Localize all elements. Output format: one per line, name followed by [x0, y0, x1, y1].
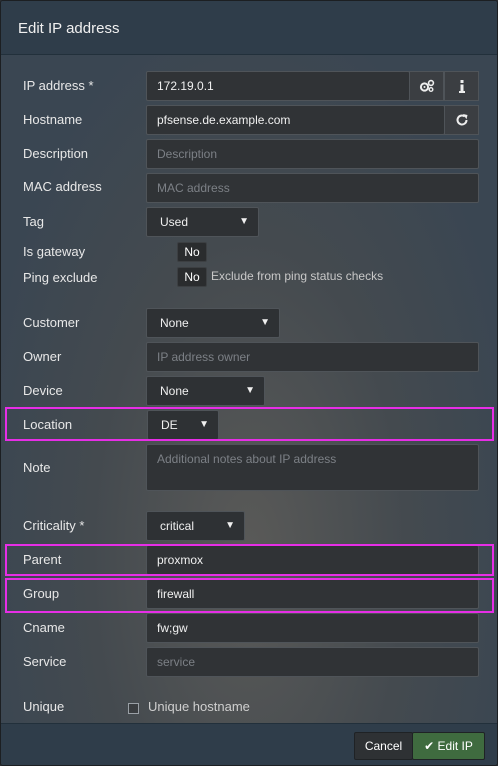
ip-address-label: IP address * [23, 78, 94, 93]
cname-label: Cname [23, 620, 65, 635]
chevron-down-icon: ▼ [225, 520, 235, 531]
hostname-input[interactable]: pfsense.de.example.com [146, 105, 445, 135]
note-textarea[interactable]: Additional notes about IP address [146, 444, 479, 491]
hostname-label: Hostname [23, 112, 83, 127]
unique-label: Unique [23, 699, 65, 714]
group-highlight [5, 578, 494, 613]
criticality-label: Criticality * [23, 518, 85, 533]
modal-title: Edit IP address [18, 20, 120, 37]
ip-address-input[interactable]: 172.19.0.1 [146, 71, 410, 101]
tag-select[interactable]: Used ▼ [146, 207, 259, 237]
ping-exclude-label: Ping exclude [23, 270, 98, 285]
check-icon: ✔ [424, 739, 435, 753]
gears-icon [419, 79, 434, 92]
ip-settings-button[interactable] [409, 71, 444, 101]
edit-ip-button[interactable]: ✔ Edit IP [412, 732, 485, 760]
modal-footer: Cancel ✔ Edit IP [1, 723, 497, 765]
tag-label: Tag [23, 214, 44, 229]
owner-label: Owner [23, 349, 62, 364]
device-select[interactable]: None ▼ [146, 376, 265, 406]
info-icon [458, 79, 465, 93]
customer-selected-value: None [160, 316, 189, 330]
description-label: Description [23, 146, 89, 161]
edit-ip-modal: Edit IP address IP address * 172.19.0.1 … [0, 0, 498, 766]
cname-input[interactable]: fw;gw [146, 613, 479, 643]
parent-highlight [5, 544, 494, 576]
note-label: Note [23, 460, 51, 475]
criticality-select[interactable]: critical ▼ [146, 511, 245, 541]
criticality-selected-value: critical [160, 519, 195, 533]
device-label: Device [23, 383, 63, 398]
chevron-down-icon: ▼ [260, 317, 270, 328]
refresh-icon [456, 114, 468, 126]
tag-selected-value: Used [160, 215, 189, 229]
unique-hostname-checkbox[interactable] [128, 703, 139, 714]
customer-label: Customer [23, 315, 80, 330]
mac-address-input[interactable]: MAC address [146, 173, 479, 203]
unique-hostname-label[interactable]: Unique hostname [148, 699, 250, 714]
modal-header: Edit IP address [1, 1, 497, 55]
chevron-down-icon: ▼ [239, 216, 249, 227]
ping-exclude-toggle[interactable]: No [177, 267, 207, 287]
service-label: Service [23, 654, 67, 669]
hostname-refresh-button[interactable] [444, 105, 479, 135]
ping-exclude-hint: Exclude from ping status checks [211, 269, 384, 283]
cancel-button[interactable]: Cancel [354, 732, 413, 760]
service-input[interactable]: service [146, 647, 479, 677]
chevron-down-icon: ▼ [245, 385, 255, 396]
edit-ip-button-label: Edit IP [437, 739, 473, 753]
owner-input[interactable]: IP address owner [146, 342, 479, 372]
location-highlight [5, 407, 494, 441]
is-gateway-toggle[interactable]: No [177, 242, 207, 262]
is-gateway-label: Is gateway [23, 244, 86, 259]
device-selected-value: None [160, 384, 189, 398]
customer-select[interactable]: None ▼ [146, 308, 280, 338]
mac-address-label: MAC address [23, 179, 102, 194]
ip-info-button[interactable] [444, 71, 479, 101]
description-input[interactable]: Description [146, 139, 479, 169]
